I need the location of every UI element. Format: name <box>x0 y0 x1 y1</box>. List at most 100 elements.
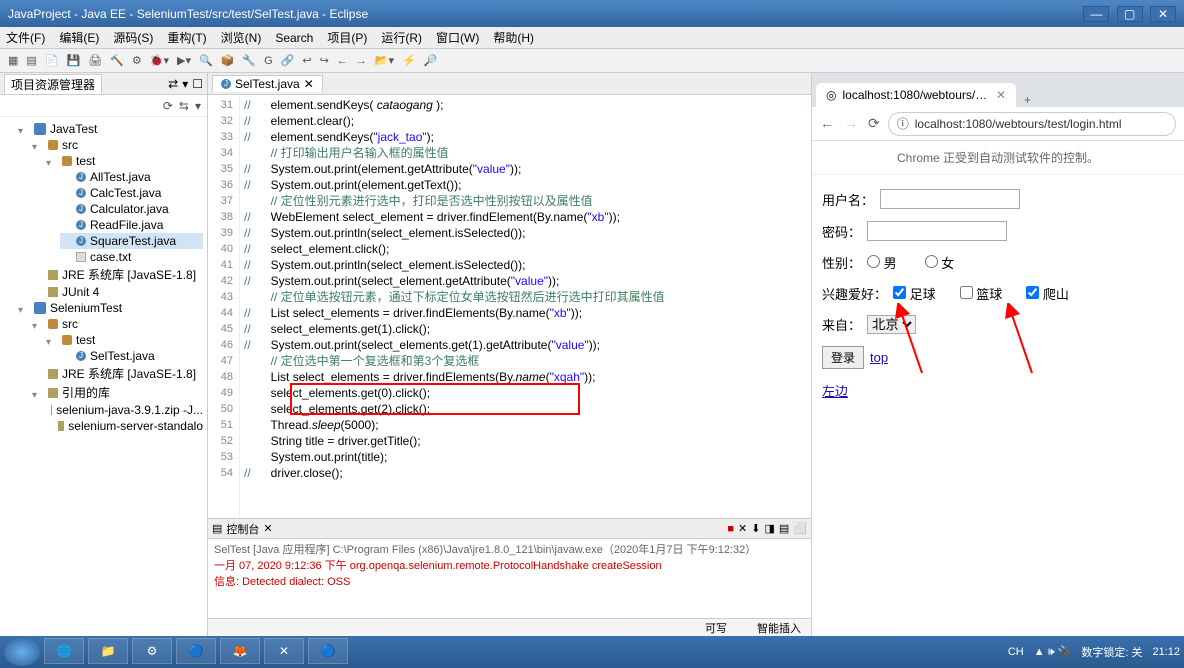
taskbar-app-icon[interactable]: 📁 <box>88 638 128 664</box>
expand-icon[interactable] <box>60 251 72 263</box>
expand-icon[interactable] <box>32 387 44 399</box>
expand-icon[interactable] <box>18 123 30 135</box>
menu-item[interactable]: 帮助(H) <box>493 29 534 46</box>
toolbar-icon[interactable]: 🐞▾ <box>148 53 171 68</box>
tree-item[interactable]: ReadFile.java <box>60 217 203 233</box>
tray-icons[interactable]: ▲ 🕪 🔌 <box>1034 645 1072 659</box>
console-toolbar-icon[interactable]: ■ <box>727 523 734 535</box>
hobby-football-checkbox[interactable] <box>893 286 906 299</box>
expand-icon[interactable] <box>60 171 72 183</box>
console-toolbar-icon[interactable]: ✕ <box>738 523 747 535</box>
expand-icon[interactable] <box>32 269 44 281</box>
taskbar-app-icon[interactable]: 🔵 <box>308 638 348 664</box>
menu-item[interactable]: 浏览(N) <box>221 29 262 46</box>
toolbar-icon[interactable]: 🔧 <box>240 53 258 68</box>
expand-icon[interactable] <box>46 404 47 416</box>
menu-item[interactable]: 运行(R) <box>381 29 422 46</box>
tree-item[interactable]: AllTest.java <box>60 169 203 185</box>
tree-item[interactable]: SquareTest.java <box>60 233 203 249</box>
console-toolbar-icon[interactable]: ⬇ <box>751 523 760 535</box>
from-select[interactable]: 北京 <box>867 315 916 334</box>
tree-item[interactable]: case.txt <box>60 249 203 265</box>
minimize-button[interactable]: — <box>1083 6 1109 22</box>
tree-item[interactable]: test <box>46 332 203 348</box>
toolbar-icon[interactable]: 🔨 <box>108 53 126 68</box>
username-input[interactable] <box>880 189 1020 209</box>
view-button[interactable]: ☐ <box>192 77 203 91</box>
hobby-climb-checkbox[interactable] <box>1026 286 1039 299</box>
menu-item[interactable]: 源码(S) <box>113 29 153 46</box>
toolbar-icon[interactable]: ▦ <box>6 53 20 68</box>
expand-icon[interactable] <box>60 350 72 362</box>
toolbar-icon[interactable]: ↪ <box>318 53 331 68</box>
menu-item[interactable]: 重构(T) <box>167 29 206 46</box>
code-editor[interactable]: 3132333435363738394041424344454647484950… <box>208 95 811 518</box>
tree-item[interactable]: JUnit 4 <box>32 284 203 300</box>
menu-item[interactable]: 编辑(E) <box>59 29 99 46</box>
menu-item[interactable]: 窗口(W) <box>436 29 479 46</box>
menu-item[interactable]: Search <box>275 31 313 45</box>
tab-close-icon[interactable]: ✕ <box>304 77 314 91</box>
expand-icon[interactable] <box>18 302 30 314</box>
taskbar-app-icon[interactable]: 🌐 <box>44 638 84 664</box>
explorer-toolbar-icon[interactable]: ⟳ <box>163 99 173 113</box>
console-toolbar-icon[interactable]: ⬜ <box>793 523 807 535</box>
gender-male-radio[interactable] <box>867 255 880 268</box>
console-tab-label[interactable]: 控制台 <box>226 521 259 537</box>
left-link[interactable]: 左边 <box>822 381 848 400</box>
toolbar-icon[interactable]: 📦 <box>219 53 237 68</box>
taskbar-app-icon[interactable]: ✕ <box>264 638 304 664</box>
toolbar-icon[interactable]: 🖨 <box>86 53 104 68</box>
expand-icon[interactable] <box>46 420 54 432</box>
expand-icon[interactable] <box>60 219 72 231</box>
back-button[interactable]: ← <box>820 115 834 132</box>
tree-item[interactable]: JRE 系统库 [JavaSE-1.8] <box>32 265 203 284</box>
hobby-basketball-checkbox[interactable] <box>960 286 973 299</box>
toolbar-icon[interactable]: G <box>262 54 275 68</box>
new-tab-button[interactable]: + <box>1016 93 1039 107</box>
console-toolbar-icon[interactable]: ▤ <box>779 523 789 535</box>
forward-button[interactable]: → <box>844 115 858 132</box>
toolbar-icon[interactable]: 🔗 <box>279 53 297 68</box>
tree-item[interactable]: CalcTest.java <box>60 185 203 201</box>
taskbar-app-icon[interactable]: ⚙ <box>132 638 172 664</box>
browser-tab[interactable]: ◎ localhost:1080/webtours/test/l ✕ <box>816 83 1016 107</box>
view-button[interactable]: ⇄ <box>168 77 178 91</box>
expand-icon[interactable] <box>60 187 72 199</box>
menu-item[interactable]: 项目(P) <box>327 29 367 46</box>
toolbar-icon[interactable]: 💾 <box>65 53 83 68</box>
console-toolbar-icon[interactable]: ◨ <box>764 523 774 535</box>
tree-item[interactable]: test <box>46 153 203 169</box>
password-input[interactable] <box>867 221 1007 241</box>
tree-item[interactable]: src <box>32 137 203 153</box>
toolbar-icon[interactable]: ↩ <box>300 53 313 68</box>
tree-item[interactable]: selenium-server-standalo <box>46 418 203 434</box>
toolbar-icon[interactable]: ← <box>335 54 350 68</box>
taskbar-app-icon[interactable]: 🔵 <box>176 638 216 664</box>
tree-item[interactable]: SeleniumTest <box>18 300 203 316</box>
toolbar-icon[interactable]: → <box>354 54 369 68</box>
expand-icon[interactable] <box>32 286 44 298</box>
expand-icon[interactable] <box>46 334 58 346</box>
toolbar-icon[interactable]: ▤ <box>24 53 38 68</box>
tree-item[interactable]: selenium-java-3.9.1.zip -J... <box>46 402 203 418</box>
close-button[interactable]: ✕ <box>1150 6 1176 22</box>
tree-item[interactable]: SelTest.java <box>60 348 203 364</box>
toolbar-icon[interactable]: ⚡ <box>400 53 418 68</box>
expand-icon[interactable] <box>46 155 58 167</box>
explorer-tab[interactable]: 项目资源管理器 <box>4 74 102 94</box>
maximize-button[interactable]: ▢ <box>1117 6 1143 22</box>
expand-icon[interactable] <box>32 318 44 330</box>
view-button[interactable]: ▾ <box>182 77 188 91</box>
toolbar-icon[interactable]: ⚙ <box>130 53 144 68</box>
reload-button[interactable]: ⟳ <box>868 115 880 132</box>
address-bar[interactable]: ⓘ localhost:1080/webtours/test/login.htm… <box>888 112 1176 136</box>
toolbar-icon[interactable]: 📂▾ <box>373 53 396 68</box>
ime-indicator[interactable]: CH <box>1008 646 1024 658</box>
start-button[interactable] <box>4 638 40 666</box>
explorer-toolbar-icon[interactable]: ⇆ <box>179 99 189 113</box>
login-button[interactable]: 登录 <box>822 346 864 369</box>
taskbar-app-icon[interactable]: 🦊 <box>220 638 260 664</box>
menu-item[interactable]: 文件(F) <box>6 29 45 46</box>
expand-icon[interactable] <box>60 235 72 247</box>
